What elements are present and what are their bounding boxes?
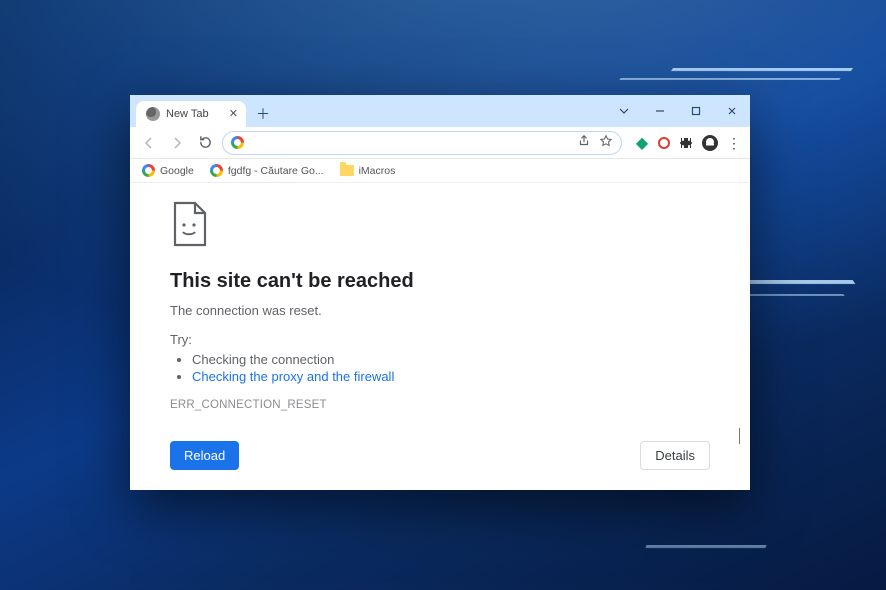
bookmark-item[interactable]: iMacros (340, 165, 396, 177)
address-input[interactable] (250, 136, 587, 150)
bookmark-star-icon[interactable] (599, 134, 613, 151)
window-maximize-button[interactable] (678, 95, 714, 127)
extension-tray: ◆ ⋮ (628, 135, 742, 151)
bookmarks-bar: Google fgdfg - Căutare Go... iMacros (130, 159, 750, 183)
nav-back-button[interactable] (138, 132, 160, 154)
chrome-window: New Tab ✕ ＋ (130, 95, 750, 490)
error-suggestions: Checking the connection Checking the pro… (192, 351, 710, 385)
profile-avatar-icon[interactable] (702, 135, 718, 151)
bookmark-item[interactable]: Google (142, 164, 194, 177)
error-suggestion: Checking the connection (192, 351, 710, 368)
details-button[interactable]: Details (640, 441, 710, 470)
reload-button[interactable]: Reload (170, 441, 239, 470)
sad-file-icon (170, 201, 210, 247)
error-suggestion-link[interactable]: Checking the proxy and the firewall (192, 369, 394, 384)
new-tab-button[interactable]: ＋ (252, 103, 274, 125)
omnibox-actions (577, 134, 613, 151)
tab-close-icon[interactable]: ✕ (229, 107, 238, 120)
error-heading: This site can't be reached (170, 270, 710, 293)
window-close-button[interactable] (714, 95, 750, 127)
error-suggestion: Checking the proxy and the firewall (192, 368, 710, 385)
bookmark-label: Google (160, 165, 194, 177)
error-code: ERR_CONNECTION_RESET (170, 399, 710, 411)
google-favicon-icon (142, 164, 155, 177)
google-favicon-icon (210, 164, 223, 177)
window-controls (606, 95, 750, 127)
nav-forward-button[interactable] (166, 132, 188, 154)
text-caret (739, 428, 740, 444)
titlebar: New Tab ✕ ＋ (130, 95, 750, 127)
bookmark-label: fgdfg - Căutare Go... (228, 165, 324, 177)
extensions-puzzle-icon[interactable] (678, 135, 694, 151)
extension-red-circle-icon[interactable] (658, 137, 670, 149)
error-try-label: Try: (170, 332, 710, 347)
bookmark-label: iMacros (359, 165, 396, 177)
chrome-menu-icon[interactable]: ⋮ (726, 135, 742, 151)
error-suggestion-text: Checking the connection (192, 352, 334, 367)
chevron-down-icon[interactable] (606, 95, 642, 127)
tab-title: New Tab (166, 108, 209, 120)
share-icon[interactable] (577, 134, 591, 151)
nav-reload-button[interactable] (194, 132, 216, 154)
bookmark-item[interactable]: fgdfg - Căutare Go... (210, 164, 324, 177)
window-minimize-button[interactable] (642, 95, 678, 127)
page-content: This site can't be reached The connectio… (130, 183, 750, 490)
error-actions: Reload Details (170, 441, 710, 470)
toolbar: ◆ ⋮ (130, 127, 750, 159)
browser-tab[interactable]: New Tab ✕ (136, 101, 246, 127)
folder-icon (340, 165, 354, 176)
address-bar[interactable] (222, 131, 622, 155)
extension-green-icon[interactable]: ◆ (634, 135, 650, 151)
google-search-icon (231, 136, 244, 149)
tab-favicon (146, 107, 160, 121)
error-subtitle: The connection was reset. (170, 303, 710, 318)
